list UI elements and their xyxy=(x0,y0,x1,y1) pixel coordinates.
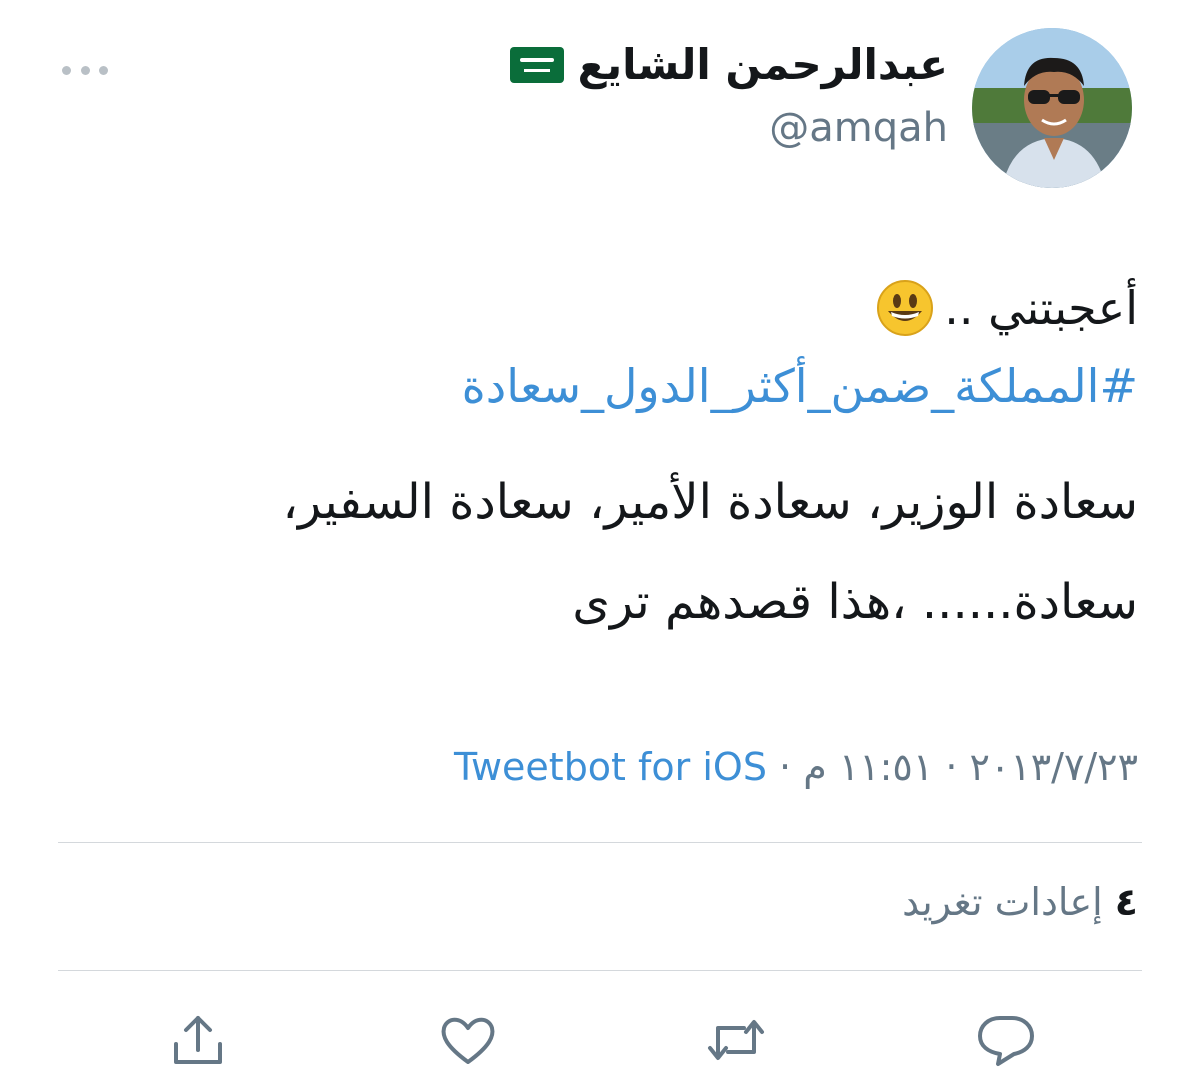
retweet-icon xyxy=(708,1020,764,1060)
more-options-icon[interactable] xyxy=(62,60,108,80)
divider xyxy=(58,842,1142,843)
retweet-label: إعادات تغريد xyxy=(902,880,1103,924)
tweet-source-link[interactable]: Tweetbot for iOS xyxy=(454,745,767,789)
retweet-button[interactable] xyxy=(704,1008,768,1072)
avatar-photo xyxy=(972,28,1132,188)
dot xyxy=(80,65,90,75)
like-icon xyxy=(441,1017,495,1064)
tweet-timestamp[interactable]: ٢٠١٣/٧/٢٣ · ١١:٥١ م · xyxy=(767,745,1138,789)
grinning-face-icon xyxy=(877,280,934,336)
tweet-meta: ٢٠١٣/٧/٢٣ · ١١:٥١ م · Tweetbot for iOS xyxy=(454,745,1138,789)
reply-icon xyxy=(978,1016,1034,1066)
tweet-line1-text: أعجبتني .. xyxy=(944,281,1138,335)
tweet-first-line: أعجبتني .. xyxy=(58,270,1138,346)
tweet-body-line: سعادة...... ،هذا قصدهم ترى xyxy=(572,574,1138,630)
dot xyxy=(62,65,71,75)
dot xyxy=(99,65,108,75)
tweet-text: أعجبتني .. #المملكة_ضمن_أكثر_الدول_سعادة… xyxy=(58,270,1138,652)
author-display-name[interactable]: عبدالرحمن الشايع xyxy=(509,40,948,89)
retweet-stats[interactable]: ٤ إعادات تغريد xyxy=(902,880,1138,924)
share-icon xyxy=(174,1016,222,1064)
share-button[interactable] xyxy=(166,1008,230,1072)
retweet-count: ٤ xyxy=(1114,880,1138,924)
tweet-body-line: سعادة الوزير، سعادة الأمير، سعادة السفير… xyxy=(282,474,1138,530)
saudi-flag-icon xyxy=(509,46,564,83)
hashtag-link[interactable]: #المملكة_ضمن_أكثر_الدول_سعادة xyxy=(58,356,1138,416)
author-handle[interactable]: @amqah xyxy=(769,105,948,151)
like-button[interactable] xyxy=(436,1008,500,1072)
display-name-text: عبدالرحمن الشايع xyxy=(577,40,948,89)
tweet-body: سعادة الوزير، سعادة الأمير، سعادة السفير… xyxy=(58,452,1138,652)
avatar[interactable] xyxy=(972,28,1132,188)
divider xyxy=(58,970,1142,971)
reply-button[interactable] xyxy=(974,1008,1038,1072)
